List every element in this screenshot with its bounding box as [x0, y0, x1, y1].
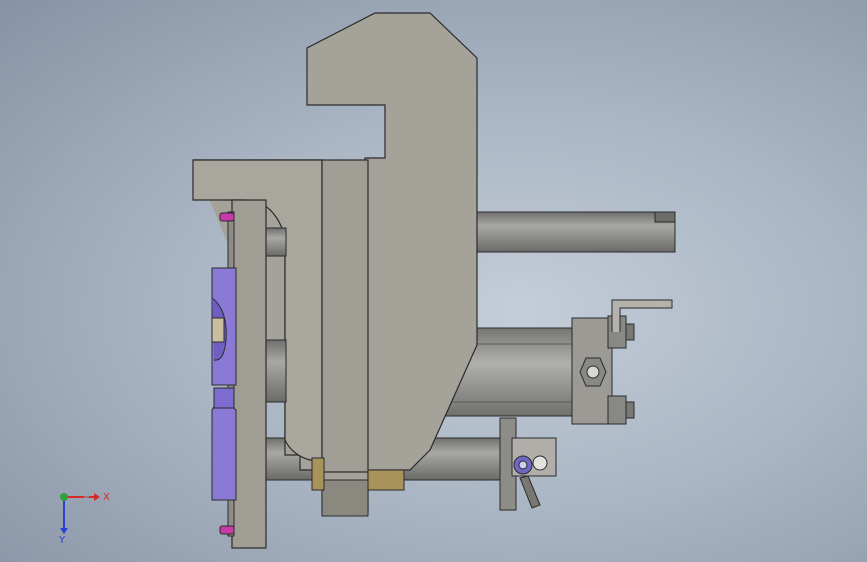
- y-axis-label: Y: [58, 535, 66, 546]
- cad-viewport[interactable]: X Y: [0, 0, 867, 562]
- y-arrow-head: [60, 528, 68, 534]
- orientation-triad: X Y: [58, 489, 110, 546]
- x-arrow-head: [94, 493, 100, 501]
- x-axis-label: X: [103, 492, 110, 503]
- triad-origin: [60, 493, 68, 501]
